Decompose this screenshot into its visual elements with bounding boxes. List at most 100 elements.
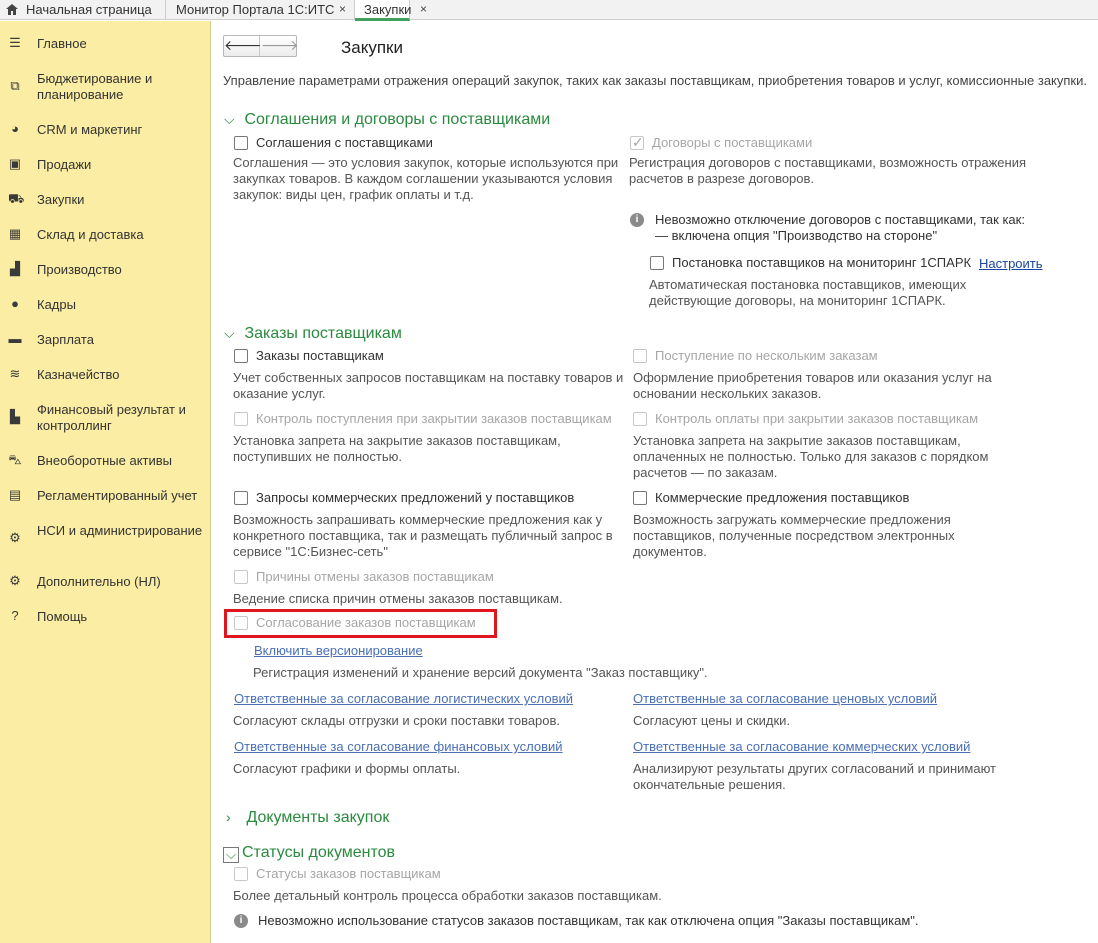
configure-link[interactable]: Настроить [979,256,1043,271]
control-receipt-description: Установка запрета на закрытие заказов по… [233,433,561,464]
bar-chart-icon: ▙ [10,409,20,424]
car-icon: ⛍ [8,452,22,467]
sidebar-item-label: Бюджетирование и планирование [37,71,153,102]
statuses-info: Невозможно использование статусов заказо… [258,913,919,928]
coins-icon: ≋ [9,366,21,381]
chevron-down-icon: ⌵ [224,325,235,341]
gear-icon: ⚙ [9,530,21,545]
checkbox-box[interactable] [234,136,248,150]
sidebar-item-label: Финансовый результат и контроллинг [37,402,186,433]
sidebar-item-label: Помощь [37,609,88,624]
close-icon[interactable]: × [339,0,346,19]
cancel-reasons-description: Ведение списка причин отмены заказов пос… [233,591,563,606]
chevron-right-icon: › [226,809,231,825]
checkbox-label: Коммерческие предложения поставщиков [655,490,910,505]
checkbox-box[interactable] [633,491,647,505]
warehouse-grid-icon: ▦ [8,226,22,241]
tab-home[interactable]: Начальная страница [0,0,166,20]
checkbox-label: Согласование заказов поставщикам [256,615,476,630]
sidebar-item-label: Главное [37,36,87,51]
tab-monitor-label: Монитор Портала 1С:ИТС [176,2,335,17]
checkbox-box[interactable] [234,616,248,630]
price-approvers-link[interactable]: Ответственные за согласование ценовых ус… [633,691,937,706]
checkbox-label: Заказы поставщикам [256,348,384,363]
info-icon: i [630,213,644,227]
commercial-offers-description: Возможность загружать коммерческие предл… [633,512,955,559]
tab-home-label: Начальная страница [26,2,152,17]
page-title: Закупки [341,38,403,57]
help-icon: ? [11,608,19,623]
checkbox-box[interactable] [234,570,248,584]
contracts-info-line1: Невозможно отключение договоров с постав… [655,212,1025,227]
checkbox-label: Запросы коммерческих предложений у поста… [256,490,575,505]
commercial-approvers-link[interactable]: Ответственные за согласование коммерческ… [633,739,970,754]
checkbox-box[interactable] [633,349,647,363]
sidebar-item-label: Внеоборотные активы [37,453,173,468]
contracts-info-line2: — включена опция "Производство на сторон… [655,228,938,243]
gear-outline-icon: ⚙ [9,573,21,588]
contracts-description: Регистрация договоров с поставщиками, во… [629,155,1027,186]
versioning-description: Регистрация изменений и хранение версий … [253,665,708,680]
sidebar-item-label: Кадры [37,297,76,312]
shopping-bag-icon: ▣ [8,156,22,171]
forward-button[interactable]: 🡒 [261,36,299,56]
factory-icon: ▟ [10,261,20,276]
commercial-approvers-description: Анализируют результаты других согласован… [633,761,997,792]
tab-monitor[interactable]: Монитор Портала 1С:ИТС × [166,0,355,20]
checkbox-box[interactable] [234,349,248,363]
checkbox-box[interactable] [630,134,644,151]
sidebar-item-label: Закупки [37,192,85,207]
section-statuses-header[interactable]: ⌵ Статусы документов [223,844,395,863]
navigation-buttons: 🡐 🡒 [223,35,299,57]
logistics-approvers-description: Согласуют склады отгрузки и сроки постав… [233,713,561,728]
menu-lines-icon: ☰ [9,35,21,50]
budget-chart-icon: ⧉ [10,78,20,93]
section-title: Статусы документов [242,844,396,861]
calculator-icon: ▤ [8,487,22,502]
checkbox-box[interactable] [633,412,647,426]
sidebar-item-label: Склад и доставка [37,227,144,242]
checkbox-label: Договоры с поставщиками [652,135,813,150]
checkbox-label: Контроль поступления при закрытии заказо… [256,411,612,426]
checkbox-box[interactable] [650,256,664,270]
sidebar-item-label: Производство [37,262,122,277]
checkbox-box[interactable] [234,491,248,505]
info-icon: i [234,914,248,928]
monitoring-description: Автоматическая постановка поставщиков, и… [649,277,967,308]
section-documents-header[interactable]: › Документы закупок [226,809,389,827]
checkbox-label: Причины отмены заказов поставщикам [256,569,494,584]
sidebar-item-label: Дополнительно (НЛ) [37,574,161,589]
close-icon[interactable]: × [420,0,427,19]
checkbox-label: Статусы заказов поставщикам [256,866,441,881]
cart-icon: ⛟ [8,191,25,206]
sidebar-item-label: CRM и маркетинг [37,122,143,137]
back-button[interactable]: 🡐 [224,36,262,56]
checkbox-label: Постановка поставщиков на мониторинг 1СП… [672,255,972,270]
checkbox-box[interactable] [234,412,248,426]
enable-versioning-link[interactable]: Включить версионирование [254,643,423,658]
section-title: Документы закупок [246,809,390,826]
price-approvers-description: Согласуют цены и скидки. [633,713,791,728]
section-agreements-header[interactable]: ⌵ Соглашения и договоры с поставщиками [224,111,550,129]
requests-description: Возможность запрашивать коммерческие пре… [233,512,613,559]
sidebar-item-label: Регламентированный учет [37,488,198,503]
orders-description: Учет собственных запросов поставщикам на… [233,370,624,401]
finance-approvers-description: Согласуют графики и формы оплаты. [233,761,461,776]
order-statuses-description: Более детальный контроль процесса обрабо… [233,888,662,903]
finance-approvers-link[interactable]: Ответственные за согласование финансовых… [234,739,563,754]
logistics-approvers-link[interactable]: Ответственные за согласование логистичес… [234,691,573,706]
sidebar-item-label: НСИ и администрирование [37,523,203,538]
wallet-icon: ▬ [8,331,22,346]
pie-chart-icon: ◕ [11,121,19,136]
sidebar: ☰ Главное ⧉ Бюджетирование и планировани… [0,21,211,943]
checkbox-box[interactable] [234,867,248,881]
sidebar-item-label: Зарплата [37,332,94,347]
tab-purchases[interactable]: Закупки × [355,0,427,21]
person-icon: ● [11,296,19,311]
chevron-down-icon: ⌵ [224,111,235,127]
checkbox-label: Соглашения с поставщиками [256,135,433,150]
section-title: Заказы поставщикам [244,325,402,342]
section-orders-header[interactable]: ⌵ Заказы поставщикам [224,325,402,343]
tab-bar: Начальная страница Монитор Портала 1С:ИТ… [0,0,1098,21]
sidebar-item-label: Казначейство [37,367,120,382]
